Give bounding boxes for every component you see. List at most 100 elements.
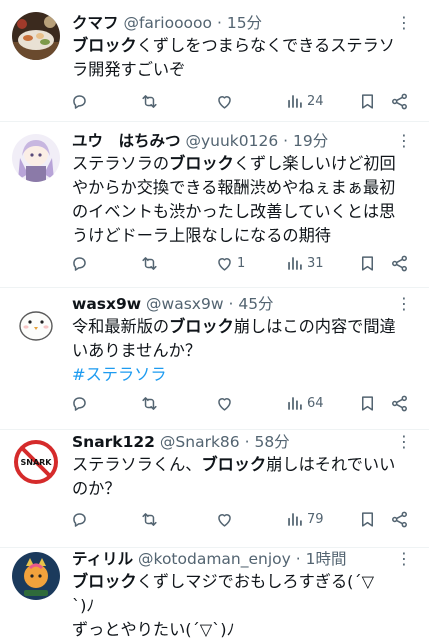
- tweet-actions: 1 31: [60, 248, 420, 278]
- tweet-text-line: うけどドーラ上限なしになるの期待: [72, 224, 422, 248]
- avatar[interactable]: [12, 12, 60, 60]
- retweet-button[interactable]: [140, 86, 159, 116]
- bookmark-icon: [358, 92, 377, 111]
- tweet-text-line: やからか交換できる報酬渋めやねぇまぁ最初: [72, 176, 422, 200]
- text-run: 崩しはそれでいい: [266, 455, 396, 474]
- user-handle[interactable]: @Snark86: [160, 433, 240, 451]
- timestamp[interactable]: 19分: [293, 132, 328, 150]
- bird-avatar-image: [12, 298, 60, 346]
- timestamp[interactable]: 45分: [238, 295, 273, 313]
- more-icon[interactable]: ⋮: [393, 293, 415, 315]
- retweet-button[interactable]: [140, 504, 159, 534]
- bookmark-button[interactable]: [358, 388, 377, 418]
- reply-icon: [70, 92, 89, 111]
- display-name[interactable]: クマフ: [72, 14, 119, 32]
- more-icon[interactable]: ⋮: [393, 431, 415, 453]
- retweet-button[interactable]: [140, 388, 159, 418]
- retweet-icon: [140, 394, 159, 413]
- tweet-text-line: のイベントも渋かったし改善していくとは思: [72, 200, 422, 224]
- text-run: いありませんか？: [72, 341, 202, 360]
- avatar[interactable]: [12, 552, 60, 600]
- tweet-header: wasx9w @wasx9w · 45分: [72, 293, 389, 315]
- tweet-text-line: 令和最新版のブロック崩しはこの内容で間違: [72, 315, 422, 339]
- share-button[interactable]: [390, 388, 409, 418]
- views-chart-icon: [285, 510, 304, 529]
- text-run: くずし楽しいけど初回: [233, 154, 396, 173]
- bookmark-button[interactable]: [358, 86, 377, 116]
- display-name[interactable]: ティリル: [72, 550, 133, 568]
- share-button[interactable]: [390, 504, 409, 534]
- display-name[interactable]: ユウ はちみつ: [72, 132, 181, 150]
- reply-icon: [70, 394, 89, 413]
- views-button[interactable]: 64: [285, 388, 324, 418]
- share-icon: [390, 510, 409, 529]
- hashtag-link[interactable]: #ステラソラ: [72, 365, 167, 384]
- tweet[interactable]: wasx9w @wasx9w · 45分 ⋮ 令和最新版のブロック崩しはこの内容…: [0, 288, 429, 430]
- reply-button[interactable]: [70, 86, 89, 116]
- tweet[interactable]: SNARK Snark122 @Snark86 · 58分 ⋮ ステラソラくん、…: [0, 430, 429, 548]
- separator-dot: ·: [283, 132, 289, 150]
- tweet[interactable]: ティリル @kotodaman_enjoy · 1時間 ⋮ ブロックくずしマジで…: [0, 548, 429, 640]
- bookmark-button[interactable]: [358, 504, 377, 534]
- more-icon[interactable]: ⋮: [393, 12, 415, 34]
- avatar-logo-text: SNARK: [20, 458, 52, 467]
- like-button[interactable]: [215, 86, 237, 116]
- like-button[interactable]: [215, 504, 237, 534]
- tweet-text-line: ずっとやりたい(´▽`)ﾉ: [72, 618, 422, 640]
- user-handle[interactable]: @wasx9w: [146, 295, 223, 313]
- tweet[interactable]: クマフ @fariooooo · 15分 ⋮ ブロックくずしをつまらなくできるス…: [0, 0, 429, 122]
- display-name[interactable]: Snark122: [72, 433, 155, 451]
- timestamp[interactable]: 15分: [227, 14, 262, 32]
- views-chart-icon: [285, 394, 304, 413]
- like-button[interactable]: 1: [215, 248, 245, 278]
- user-handle[interactable]: @fariooooo: [123, 14, 212, 32]
- more-icon[interactable]: ⋮: [393, 130, 415, 152]
- text-run: ステラソラの: [72, 154, 170, 173]
- display-name[interactable]: wasx9w: [72, 295, 141, 313]
- reply-button[interactable]: [70, 504, 89, 534]
- heart-icon: [215, 510, 234, 529]
- text-run: 崩しはこの内容で間違: [233, 317, 396, 336]
- views-count: 79: [307, 511, 324, 527]
- bookmark-button[interactable]: [358, 248, 377, 278]
- tweet-text: 令和最新版のブロック崩しはこの内容で間違いありませんか？ #ステラソラ: [72, 315, 422, 387]
- reply-button[interactable]: [70, 248, 89, 278]
- text-run: ステラソラくん、: [72, 455, 202, 474]
- text-run: のイベントも渋かったし改善していくとは思: [72, 202, 396, 221]
- timestamp[interactable]: 58分: [254, 433, 289, 451]
- likes-count: 1: [237, 255, 246, 271]
- user-handle[interactable]: @kotodaman_enjoy: [138, 550, 291, 568]
- text-run: 令和最新版の: [72, 317, 170, 336]
- avatar[interactable]: SNARK: [12, 438, 60, 486]
- views-chart-icon: [285, 92, 304, 111]
- avatar[interactable]: [12, 134, 60, 182]
- share-button[interactable]: [390, 86, 409, 116]
- tweet[interactable]: ユウ はちみつ @yuuk0126 · 19分 ⋮ ステラソラのブロックくずし楽…: [0, 122, 429, 288]
- timestamp[interactable]: 1時間: [306, 550, 347, 568]
- tweet-actions: 24: [60, 86, 420, 116]
- share-button[interactable]: [390, 248, 409, 278]
- no-snark-avatar-image: SNARK: [12, 438, 60, 486]
- keyword-highlight: ブロック: [72, 36, 137, 55]
- tweet-text-line: ラ開発すごいぞ: [72, 58, 422, 82]
- tweet-text: ブロックくずしをつまらなくできるステラソ ラ開発すごいぞ: [72, 34, 422, 82]
- tweet-text: ブロックくずしマジでおもしろすぎる(´▽ `)ﾉ ずっとやりたい(´▽`)ﾉ: [72, 570, 422, 640]
- views-chart-icon: [285, 254, 304, 273]
- retweet-button[interactable]: [140, 248, 159, 278]
- text-run: やからか交換できる報酬渋めやねぇまぁ最初: [72, 178, 396, 197]
- views-button[interactable]: 31: [285, 248, 324, 278]
- reply-button[interactable]: [70, 388, 89, 418]
- avatar[interactable]: [12, 298, 60, 346]
- views-button[interactable]: 79: [285, 504, 324, 534]
- separator-dot: ·: [295, 550, 301, 568]
- tweet-actions: 79: [60, 504, 420, 534]
- tweet-text-line: #ステラソラ: [72, 363, 422, 387]
- bookmark-icon: [358, 254, 377, 273]
- user-handle[interactable]: @yuuk0126: [185, 132, 278, 150]
- like-button[interactable]: [215, 388, 237, 418]
- tweet-text-line: ステラソラくん、ブロック崩しはそれでいい: [72, 453, 422, 477]
- tweet-text-line: `)ﾉ: [72, 594, 422, 618]
- views-button[interactable]: 24: [285, 86, 324, 116]
- more-icon[interactable]: ⋮: [393, 548, 415, 570]
- share-icon: [390, 254, 409, 273]
